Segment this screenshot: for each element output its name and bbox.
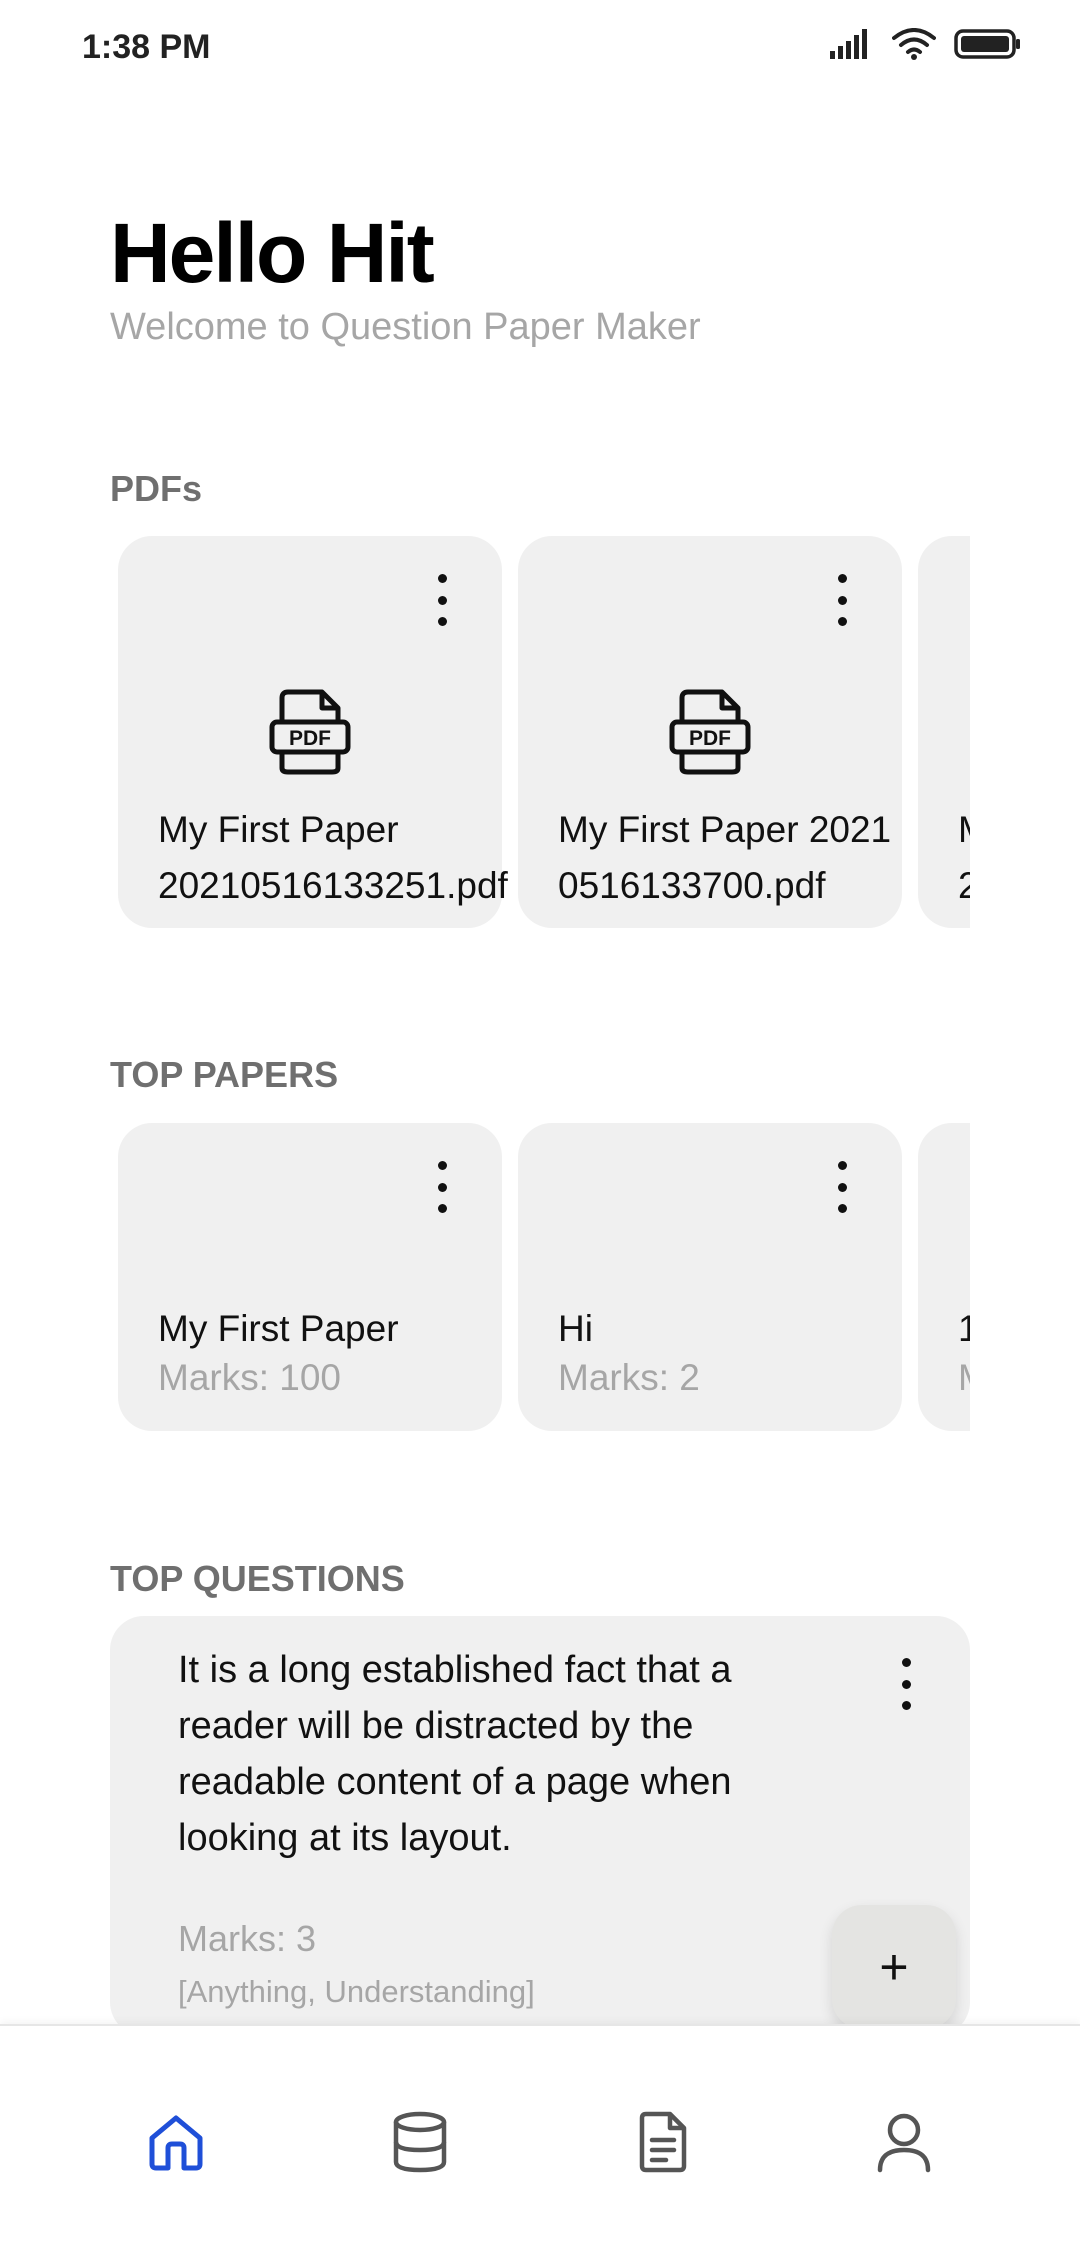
- profile-icon: [877, 2113, 931, 2173]
- paper-card[interactable]: 1 M: [918, 1123, 970, 1431]
- bottom-nav: [0, 2024, 1080, 2246]
- battery-icon: [954, 29, 1020, 59]
- more-options-icon[interactable]: [830, 1161, 854, 1213]
- signal-icon: [830, 29, 867, 59]
- nav-home[interactable]: [140, 2106, 212, 2178]
- top-papers-section-title: TOP PAPERS: [110, 1054, 339, 1095]
- pdf-card[interactable]: M 2: [918, 536, 970, 928]
- status-bar: 1:38 PM: [0, 0, 1080, 96]
- database-icon: [393, 2111, 447, 2173]
- question-marks: Marks: 3: [178, 1918, 317, 1959]
- home-icon: [149, 2115, 203, 2171]
- document-icon: [639, 2111, 687, 2173]
- status-icons: [830, 28, 1022, 60]
- pdf-file-name: M 2: [958, 809, 970, 906]
- more-options-icon[interactable]: [830, 574, 854, 626]
- pdfs-carousel[interactable]: PDF My First Paper 20210516133251.pdf PD…: [110, 536, 970, 928]
- paper-name: 1: [958, 1308, 970, 1349]
- pdf-file-icon: PDF: [269, 689, 351, 775]
- pdf-card[interactable]: PDF My First Paper 20210516133251.pdf: [118, 536, 508, 928]
- paper-name: Hi: [558, 1308, 593, 1349]
- paper-card[interactable]: Hi Marks: 2: [518, 1123, 902, 1431]
- question-tags: [Anything, Understanding]: [178, 1974, 535, 2009]
- paper-marks: M: [958, 1357, 970, 1399]
- paper-card[interactable]: My First Paper Marks: 100: [118, 1123, 502, 1431]
- greeting-subtitle: Welcome to Question Paper Maker: [110, 306, 701, 348]
- more-options-icon[interactable]: [430, 1161, 454, 1213]
- svg-text:PDF: PDF: [689, 727, 731, 750]
- pdf-file-icon: PDF: [669, 689, 751, 775]
- paper-name: My First Paper: [158, 1308, 399, 1349]
- top-papers-carousel[interactable]: My First Paper Marks: 100 Hi Marks: 2 1 …: [110, 1123, 970, 1431]
- wifi-icon: [892, 28, 936, 60]
- status-time: 1:38 PM: [82, 28, 211, 66]
- more-options-icon[interactable]: [430, 574, 454, 626]
- pdf-file-name: My First Paper 20210516133251.pdf: [158, 809, 508, 906]
- pdf-file-name: My First Paper 2021 0516133700.pdf: [558, 809, 892, 906]
- greeting-title: Hello Hit: [110, 206, 435, 300]
- question-text: It is a long established fact that a rea…: [178, 1649, 732, 1859]
- nav-database[interactable]: [384, 2106, 456, 2178]
- nav-profile[interactable]: [868, 2106, 940, 2178]
- add-button[interactable]: +: [832, 1905, 956, 2029]
- svg-text:PDF: PDF: [289, 727, 331, 750]
- pdfs-section-title: PDFs: [110, 468, 203, 509]
- pdf-card[interactable]: PDF My First Paper 2021 0516133700.pdf: [518, 536, 902, 928]
- more-options-icon[interactable]: [894, 1658, 918, 1710]
- paper-marks: Marks: 2: [558, 1357, 700, 1398]
- paper-marks: Marks: 100: [158, 1357, 342, 1398]
- nav-documents[interactable]: [626, 2106, 698, 2178]
- top-questions-section-title: TOP QUESTIONS: [110, 1558, 405, 1599]
